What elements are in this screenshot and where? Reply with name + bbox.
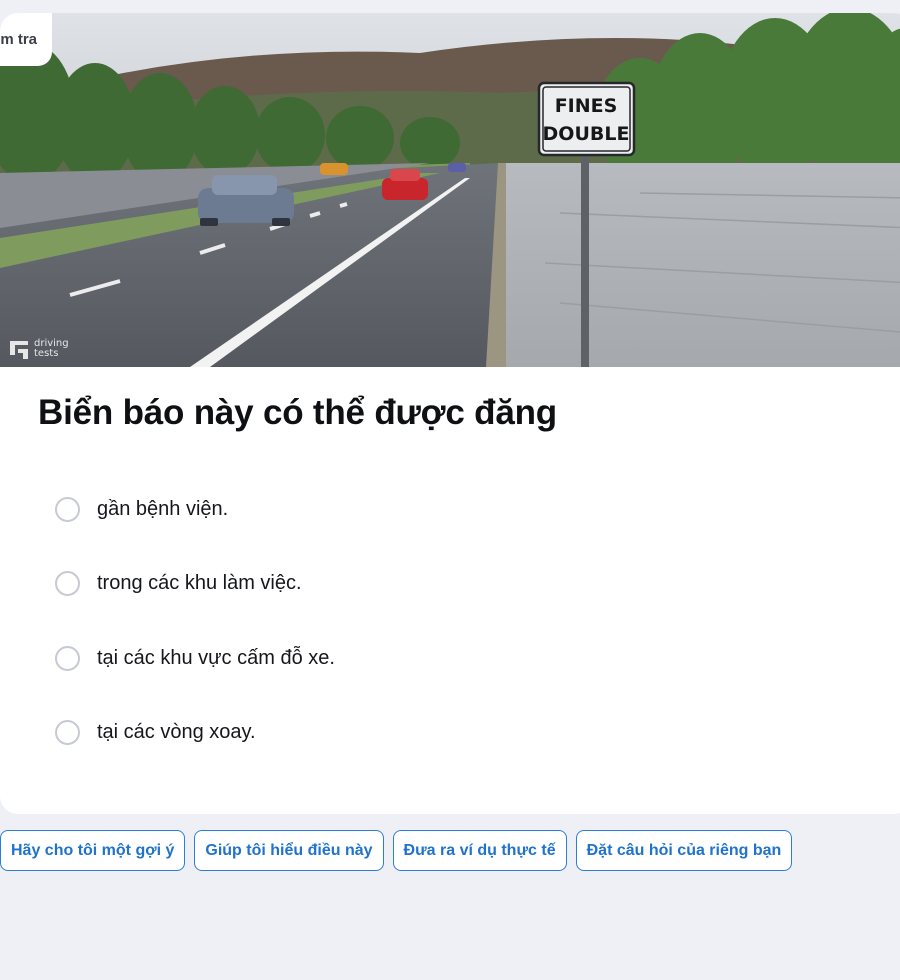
answer-option-label: tại các vòng xoay.	[97, 721, 256, 743]
answer-option[interactable]: trong các khu làm việc.	[55, 569, 335, 599]
radio-button[interactable]	[55, 496, 80, 522]
answer-option-label: tại các khu vực cấm đỗ xe.	[97, 646, 335, 669]
answer-option[interactable]: gần bệnh viện.	[55, 494, 335, 524]
answer-options: gần bệnh viện. trong các khu làm việc. t…	[55, 494, 335, 792]
test-tag: m tra	[0, 13, 52, 66]
answer-option[interactable]: tại các vòng xoay.	[55, 718, 335, 748]
question-text: Biển báo này có thể được đăng	[38, 393, 557, 432]
real-example-button[interactable]: Đưa ra ví dụ thực tế	[392, 830, 567, 871]
explain-button[interactable]: Giúp tôi hiểu điều này	[194, 830, 384, 871]
hint-button[interactable]: Hãy cho tôi một gợi ý	[0, 830, 186, 871]
sign-text-line2: DOUBLE	[543, 123, 630, 145]
sign-text-line1: FINES	[555, 95, 618, 117]
radio-button[interactable]	[55, 645, 80, 671]
answer-option[interactable]: tại các khu vực cấm đỗ xe.	[55, 643, 335, 673]
answer-option-label: trong các khu làm việc.	[97, 572, 302, 594]
watermark-line2: tests	[34, 348, 58, 359]
radio-button[interactable]	[55, 571, 80, 596]
answer-option-label: gần bệnh viện.	[97, 497, 229, 520]
ask-own-question-button[interactable]: Đặt câu hỏi của riêng bạn	[575, 830, 793, 871]
radio-button[interactable]	[55, 720, 80, 745]
question-image: FINES DOUBLE driving tests	[0, 13, 900, 367]
test-tag-label: m tra	[0, 31, 37, 48]
help-chips: Hãy cho tôi một gợi ý Giúp tôi hiểu điều…	[0, 830, 793, 871]
